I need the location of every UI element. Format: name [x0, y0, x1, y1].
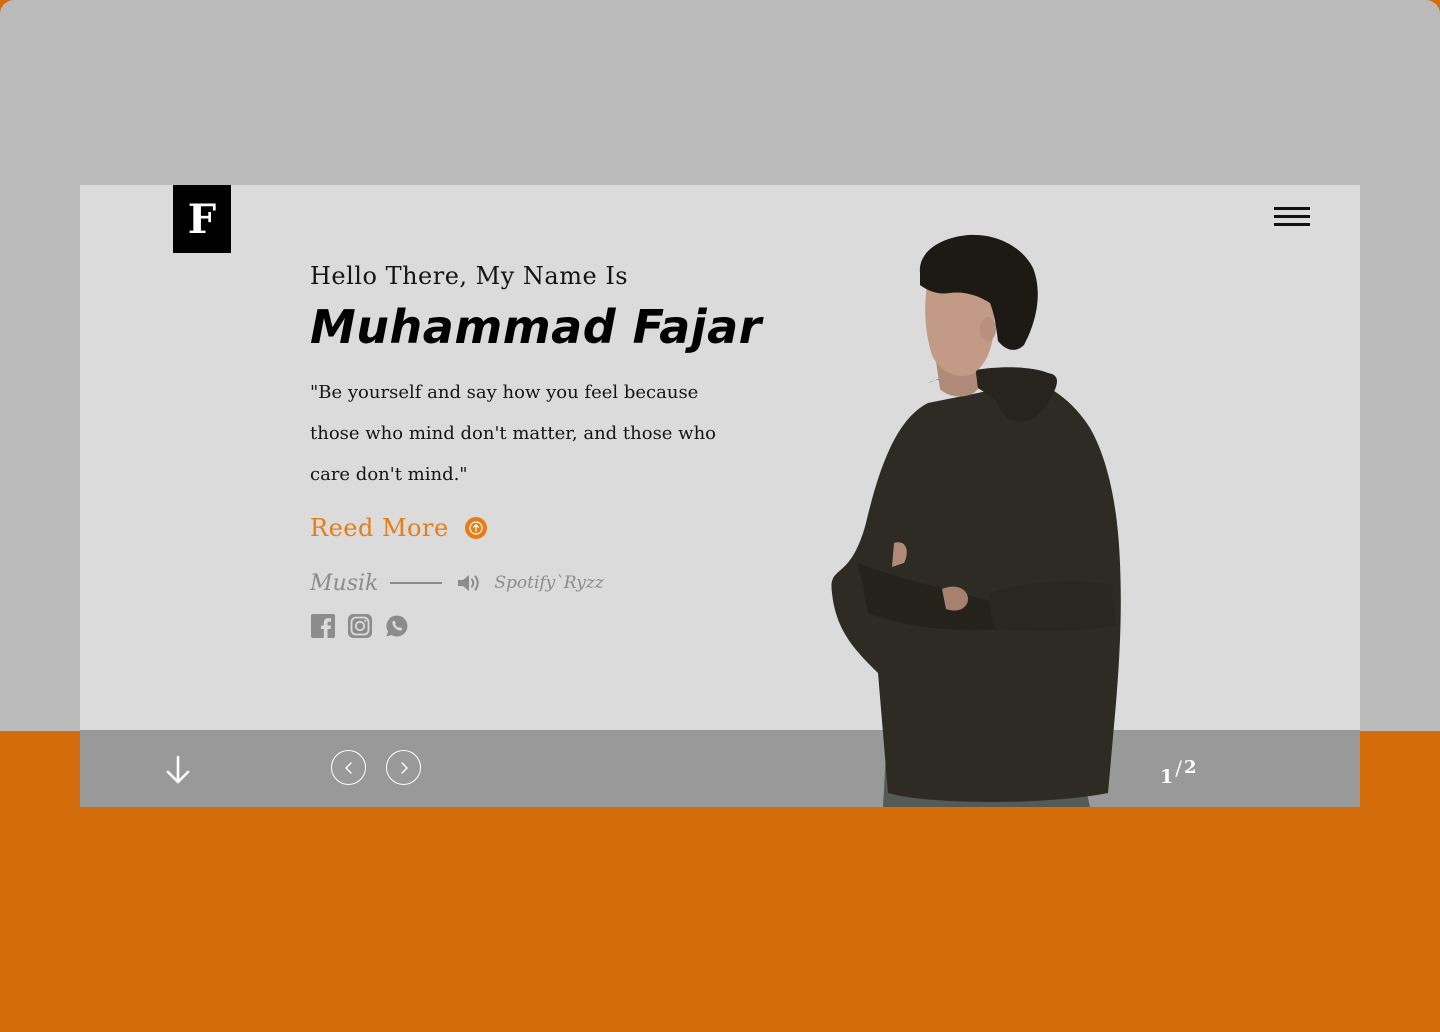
music-player: Musik Spotify`Ryzz	[310, 568, 604, 598]
slide-pager: 1/2	[1160, 756, 1197, 788]
hero-quote: "Be yourself and say how you feel becaus…	[310, 382, 717, 485]
chevron-left-icon	[344, 761, 352, 774]
whatsapp-icon[interactable]	[385, 614, 409, 638]
hero-name: Muhammad Fajar	[310, 300, 762, 354]
arrow-up-circle-icon	[464, 517, 487, 539]
read-more-label: Reed More	[310, 514, 449, 542]
next-slide-button[interactable]	[386, 750, 421, 785]
brand-logo[interactable]: F	[173, 185, 231, 253]
instagram-icon[interactable]	[348, 614, 372, 638]
music-divider	[390, 582, 443, 584]
music-label: Musik	[310, 570, 379, 596]
pager-current: 1	[1160, 766, 1174, 788]
social-links	[311, 614, 409, 638]
logo-letter: F	[187, 195, 217, 243]
read-more-link[interactable]: Reed More	[310, 514, 487, 542]
pager-total: 2	[1183, 757, 1197, 778]
chevron-right-icon	[400, 761, 408, 774]
profile-portrait	[828, 233, 1128, 807]
previous-slide-button[interactable]	[331, 750, 366, 785]
greeting-text: Hello There, My Name Is	[310, 262, 629, 290]
hero-card	[80, 185, 1360, 730]
music-track[interactable]: Spotify`Ryzz	[494, 573, 603, 593]
pager-separator: /	[1175, 756, 1182, 780]
facebook-icon[interactable]	[311, 614, 335, 638]
hamburger-menu-icon[interactable]	[1274, 207, 1310, 231]
arrow-down-icon[interactable]	[164, 754, 192, 786]
speaker-icon[interactable]	[456, 572, 482, 594]
